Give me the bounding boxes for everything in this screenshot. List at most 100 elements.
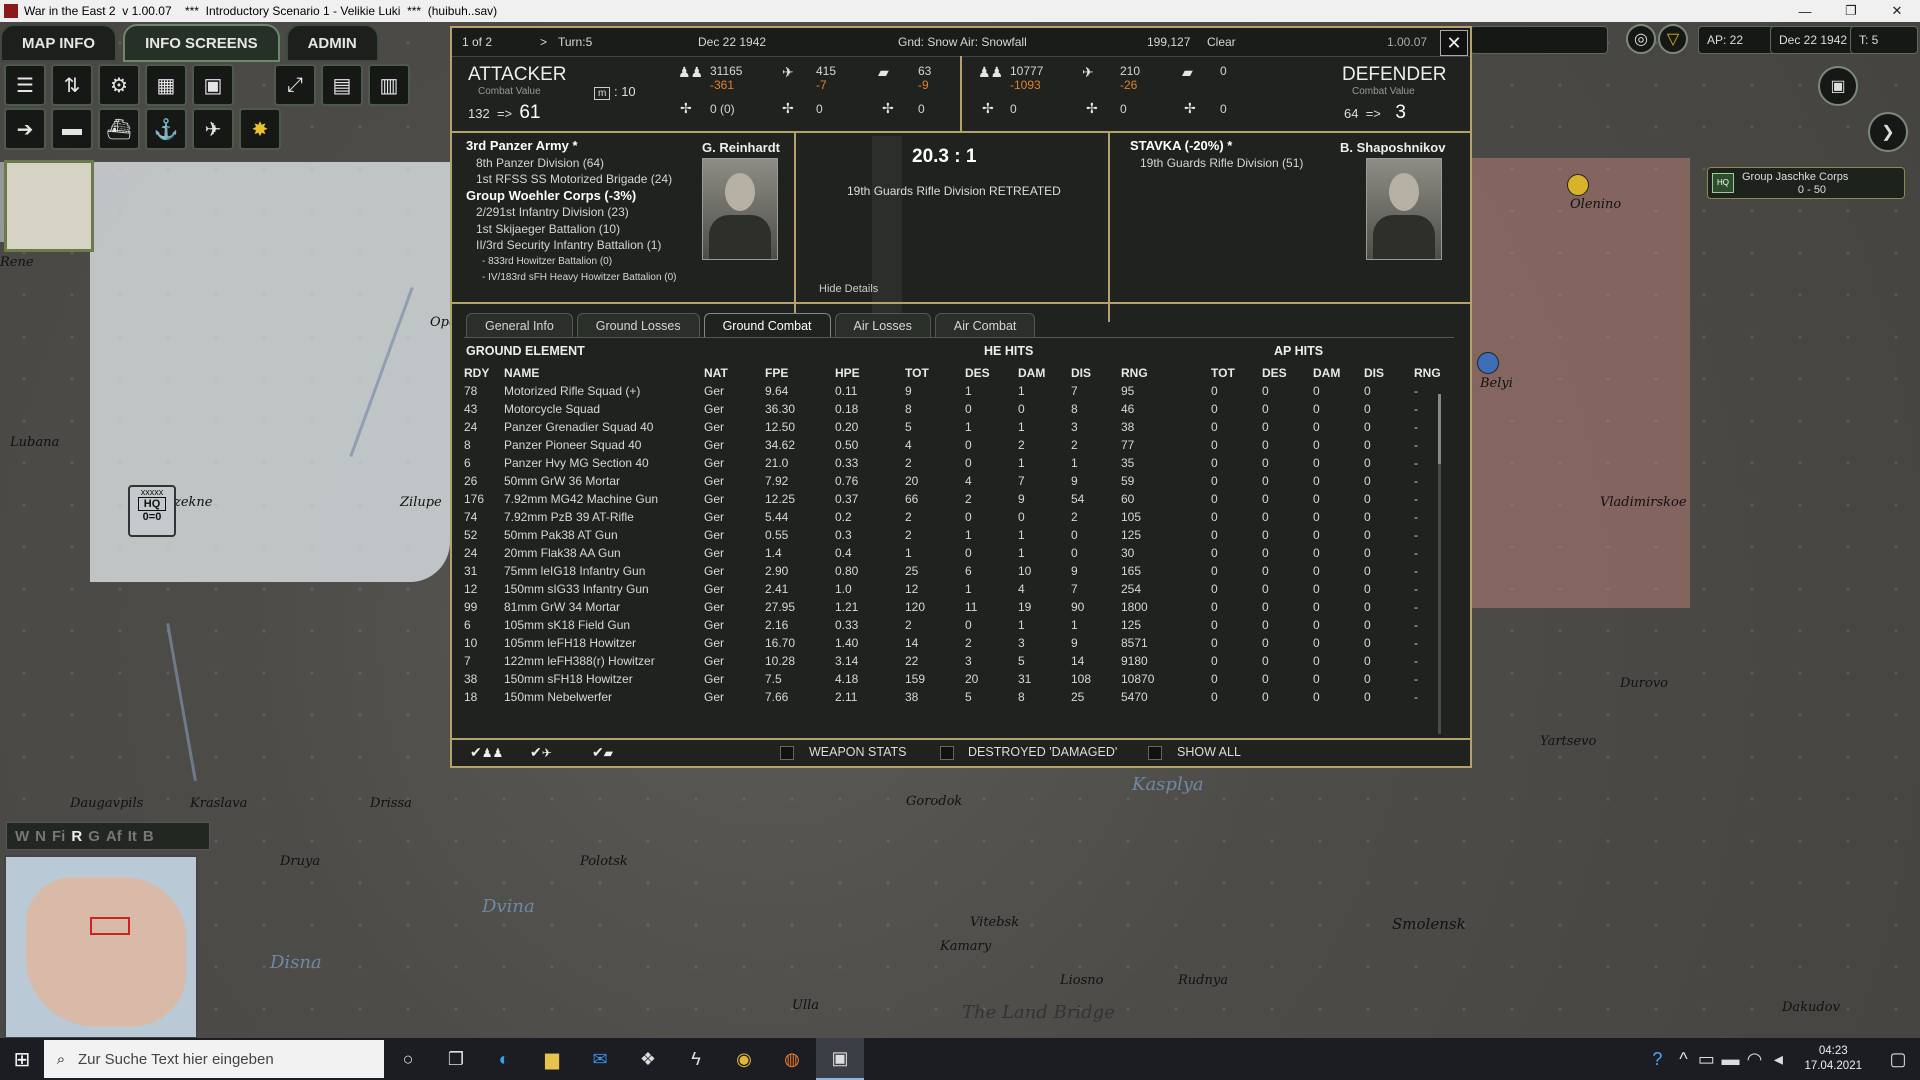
filter-b[interactable]: B [143, 828, 154, 845]
document-icon[interactable]: ▥ [368, 64, 410, 106]
column-header[interactable]: RNG [1414, 364, 1454, 382]
column-header[interactable]: FPE [765, 364, 835, 382]
tab-admin[interactable]: ADMIN [285, 24, 379, 62]
filter-w[interactable]: W [15, 828, 29, 845]
gear-icon[interactable]: ⚙ [98, 64, 140, 106]
minimap-viewport[interactable] [90, 917, 130, 935]
table-row[interactable]: 176 7.92mm MG42 Machine Gun Ger 12.25 0.37 66… [464, 490, 1454, 508]
unit-entry[interactable]: 8th Panzer Division (64) [466, 155, 677, 172]
settings-sliders-icon[interactable]: ☰ [4, 64, 46, 106]
table-row[interactable]: 12 150mm sIG33 Infantry Gun Ger 2.41 1.0 12 1 4… [464, 580, 1454, 598]
show-air-checkbox[interactable]: ✔✈ [530, 744, 552, 761]
column-header[interactable]: TOT [905, 364, 965, 382]
unit-entry[interactable]: 2/291st Infantry Division (23) [466, 204, 677, 221]
tray-app-icon[interactable]: ▭ [1694, 1038, 1718, 1080]
destroyed-damaged-checkbox[interactable] [940, 746, 954, 760]
air-base-marker[interactable] [1567, 174, 1589, 196]
taskbar-clock[interactable]: 04:23 17.04.2021 [1790, 1044, 1876, 1074]
filter-af[interactable]: Af [106, 828, 122, 845]
table-row[interactable]: 26 50mm GrW 36 Mortar Ger 7.92 0.76 20 4 7 9 59 0 0… [464, 472, 1454, 490]
battery-icon[interactable]: ▬ [1718, 1038, 1742, 1080]
firefox-icon[interactable]: ◍ [768, 1038, 816, 1080]
column-header[interactable]: NAME [504, 364, 704, 382]
report-thumbnail[interactable] [4, 160, 94, 252]
table-scrollbar[interactable] [1438, 394, 1441, 734]
column-header[interactable]: DES [965, 364, 1018, 382]
weapon-stats-checkbox[interactable] [780, 746, 794, 760]
column-header[interactable]: DAM [1313, 364, 1364, 382]
tab-ground-combat[interactable]: Ground Combat [703, 313, 831, 338]
table-row[interactable]: 99 81mm GrW 34 Mortar Ger 27.95 1.21 120 11 19 9… [464, 598, 1454, 616]
attacker-units-list[interactable]: 3rd Panzer Army * 8th Panzer Division (64… [466, 138, 677, 287]
minimize-button[interactable]: — [1782, 0, 1828, 22]
amphibious-icon[interactable]: ⚓ [145, 108, 187, 150]
unit-entry[interactable]: STAVKA (-20%) * [1130, 138, 1303, 155]
airborne-icon[interactable]: ✈ [192, 108, 234, 150]
unit-entry[interactable]: 1st RFSS SS Motorized Brigade (24) [466, 171, 677, 188]
filter-icon[interactable]: ▽ [1658, 24, 1688, 54]
column-header[interactable]: HPE [835, 364, 905, 382]
column-header[interactable]: DES [1262, 364, 1313, 382]
column-header[interactable]: DIS [1071, 364, 1121, 382]
filter-g[interactable]: G [88, 828, 100, 845]
expand-icon[interactable]: ⤢ [274, 64, 316, 106]
hq-screen-icon[interactable]: ▣ [1818, 66, 1858, 106]
network-icon[interactable]: ◠ [1742, 1038, 1766, 1080]
table-row[interactable]: 38 150mm sFH18 Howitzer Ger 7.5 4.18 159 20 31 1… [464, 670, 1454, 688]
tab-map-info[interactable]: MAP INFO [0, 24, 118, 62]
show-infantry-checkbox[interactable]: ✔♟♟ [470, 744, 503, 761]
mail-icon[interactable]: ✉ [576, 1038, 624, 1080]
unit-entry[interactable]: 1st Skijaeger Battalion (10) [466, 221, 677, 238]
app-bolt-icon[interactable]: ϟ [672, 1038, 720, 1080]
commanders-icon[interactable]: ▣ [192, 64, 234, 106]
table-row[interactable]: 74 7.92mm PzB 39 AT-Rifle Ger 5.44 0.2 2 0 0 2 10… [464, 508, 1454, 526]
table-row[interactable]: 10 105mm leFH18 Howitzer Ger 16.70 1.40 14 2 3 9… [464, 634, 1454, 652]
filter-n[interactable]: N [35, 828, 46, 845]
globe-icon[interactable]: ◎ [1626, 24, 1656, 54]
table-row[interactable]: 6 105mm sK18 Field Gun Ger 2.16 0.33 2 0 1 1 125 0… [464, 616, 1454, 634]
rail-icon[interactable]: ▬ [51, 108, 93, 150]
help-icon[interactable]: ? [1642, 1038, 1672, 1080]
table-row[interactable]: 24 Panzer Grenadier Squad 40 Ger 12.50 0.20 5… [464, 418, 1454, 436]
table-row[interactable]: 52 50mm Pak38 AT Gun Ger 0.55 0.3 2 1 1 0 125 0 0 0 0… [464, 526, 1454, 544]
naval-icon[interactable]: ⛴ [98, 108, 140, 150]
maximize-button[interactable]: ❐ [1828, 0, 1874, 22]
tab-ground-losses[interactable]: Ground Losses [576, 313, 700, 338]
table-row[interactable]: 31 75mm leIG18 Infantry Gun Ger 2.90 0.80 25 6… [464, 562, 1454, 580]
next-page-icon[interactable]: > [540, 35, 547, 49]
minimap[interactable] [4, 855, 198, 1039]
column-header[interactable]: NAT [704, 364, 765, 382]
column-header[interactable]: RNG [1121, 364, 1211, 382]
table-row[interactable]: 7 122mm leFH388(r) Howitzer Ger 10.28 3.14 22… [464, 652, 1454, 670]
unit-entry[interactable]: II/3rd Security Infantry Battalion (1) [466, 237, 677, 254]
tab-info-screens[interactable]: INFO SCREENS [123, 24, 280, 62]
defender-units-list[interactable]: STAVKA (-20%) * 19th Guards Rifle Divisio… [1130, 138, 1303, 171]
task-view-icon[interactable]: ❐ [432, 1038, 480, 1080]
tab-air-losses[interactable]: Air Losses [834, 313, 931, 338]
column-header[interactable]: TOT [1211, 364, 1262, 382]
table-row[interactable]: 6 Panzer Hvy MG Section 40 Ger 21.0 0.33 2 0 1 1… [464, 454, 1454, 472]
table-row[interactable]: 43 Motorcycle Squad Ger 36.30 0.18 8 0 0 8 46 0 0 0 0… [464, 400, 1454, 418]
next-arrow-icon[interactable]: ❯ [1868, 112, 1908, 152]
attacker-commander-portrait[interactable] [702, 158, 778, 260]
file-explorer-icon[interactable]: ▆ [528, 1038, 576, 1080]
table-row[interactable]: 18 150mm Nebelwerfer Ger 7.66 2.11 38 5 8 25 5470… [464, 688, 1454, 706]
dropbox-icon[interactable]: ❖ [624, 1038, 672, 1080]
show-all-checkbox[interactable] [1148, 746, 1162, 760]
tab-general-info[interactable]: General Info [466, 313, 573, 338]
move-arrow-icon[interactable]: ➔ [4, 108, 46, 150]
unit-entry[interactable]: Group Woehler Corps (-3%) [466, 188, 677, 205]
column-header[interactable]: RDY [464, 364, 504, 382]
unit-entry[interactable]: - 833rd Howitzer Battalion (0) [466, 254, 677, 271]
production-icon[interactable]: ⇅ [51, 64, 93, 106]
volume-icon[interactable]: ◂ [1766, 1038, 1790, 1080]
hq-unit-counter[interactable]: xxxxx HQ 0=0 [128, 485, 176, 537]
air-base-marker[interactable] [1477, 352, 1499, 374]
unit-entry[interactable]: 19th Guards Rifle Division (51) [1130, 155, 1303, 172]
table-row[interactable]: 78 Motorized Rifle Squad (+) Ger 9.64 0.11 9 1… [464, 382, 1454, 400]
corps-info-box[interactable]: HQ Group Jaschke Corps 0 - 50 [1707, 167, 1905, 199]
hide-details-link[interactable]: Hide Details [819, 283, 878, 295]
defender-commander-portrait[interactable] [1366, 158, 1442, 260]
filter-fi[interactable]: Fi [52, 828, 65, 845]
taskbar-search[interactable]: ⌕ Zur Suche Text hier eingeben [44, 1040, 384, 1078]
